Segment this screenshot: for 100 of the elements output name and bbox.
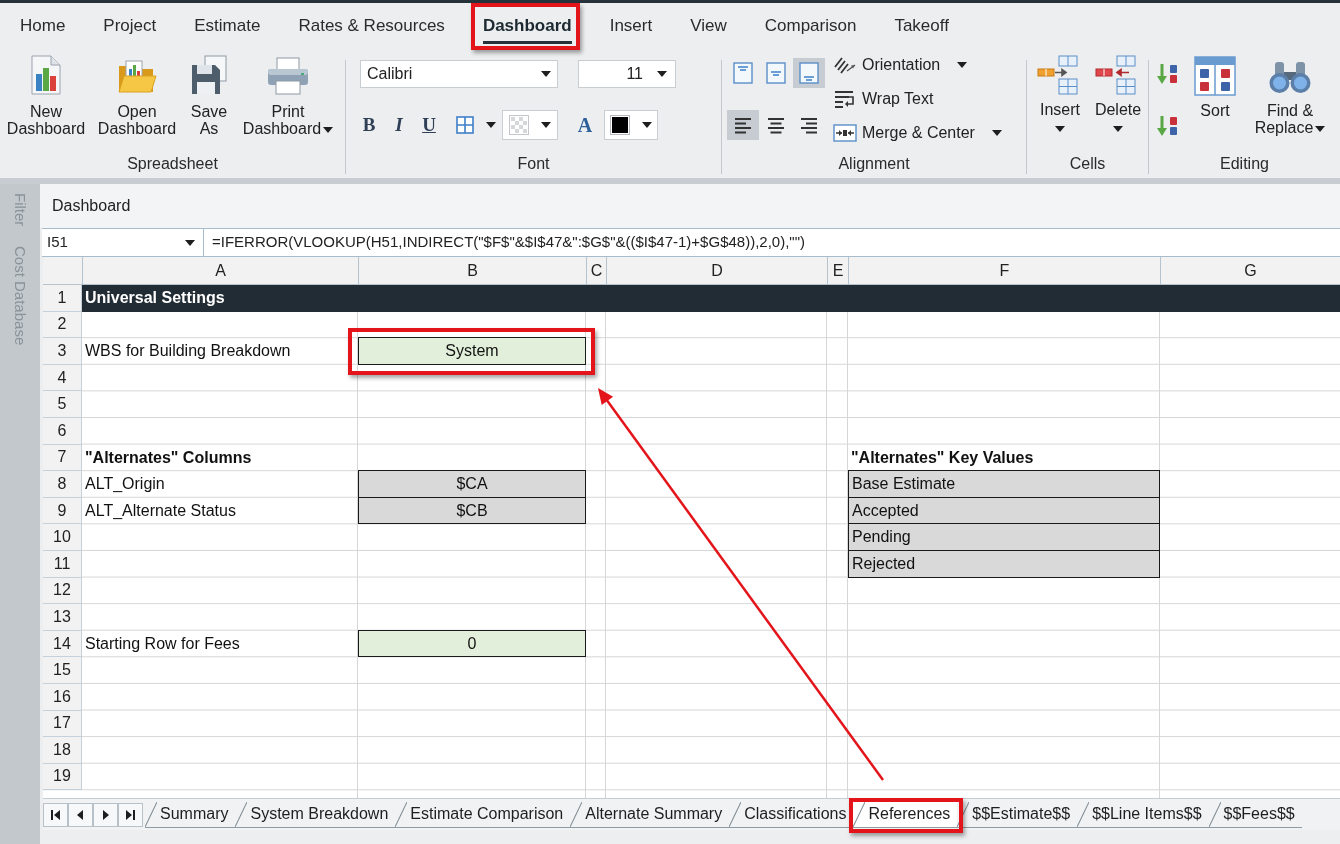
checkered-swatch-icon [509,115,529,135]
font-size-dropdown[interactable]: 11 [578,60,676,88]
ribbon-tab[interactable]: Project [84,3,176,48]
find-replace-button[interactable]: Find & Replace [1250,48,1330,136]
sheet-tab[interactable]: $$Line Items$$ [1077,801,1209,828]
name-box[interactable]: I51 [42,229,204,256]
printer-icon [266,57,310,95]
ribbon-tab[interactable]: Insert [590,3,672,48]
underline-button[interactable]: U [414,110,444,140]
group-label: Font [517,154,550,174]
last-sheet-button[interactable] [118,802,143,827]
row-header[interactable]: 14 [43,630,82,658]
sheet-tab[interactable]: $$Fees$$ [1208,801,1302,828]
input-cell[interactable]: 0 [358,629,586,658]
row-header[interactable]: 2 [43,311,82,339]
column-header[interactable]: B [358,257,586,284]
row-header[interactable]: 16 [43,683,82,711]
caret-icon [486,122,496,128]
align-right-icon [799,115,819,135]
column-header[interactable]: C [586,257,606,284]
wrap-text-button[interactable]: Wrap Text [833,86,1002,112]
row-header[interactable]: 6 [43,417,82,445]
key-value-cell[interactable]: Accepted [848,496,1160,525]
merge-center-button[interactable]: Merge & Center [833,120,1002,146]
binoculars-icon [1268,60,1312,96]
caret-icon [1113,126,1123,132]
caret-icon [323,126,334,133]
sheet-tab[interactable]: Estimate Comparison [395,801,571,828]
border-grid-icon [456,116,474,134]
delete-cells-button[interactable]: Delete [1092,55,1144,132]
row-header[interactable]: 12 [43,577,82,605]
horizontal-align-button[interactable] [727,110,759,140]
sort-button[interactable]: Sort [1192,48,1238,119]
column-header[interactable]: E [827,257,848,284]
row-header[interactable]: 9 [43,497,82,525]
key-value-cell[interactable]: Rejected [848,549,1160,578]
sort-descending-button[interactable] [1156,114,1180,138]
ribbon-tab[interactable]: Dashboard [463,3,591,48]
ribbon-tab[interactable]: Comparison [745,3,876,48]
row-header[interactable]: 7 [43,444,82,472]
fill-color-dropdown[interactable] [502,110,558,140]
font-color-dropdown[interactable] [604,110,658,140]
ribbon-tab[interactable]: Home [1,3,85,48]
ribbon-tab[interactable]: Estimate [175,3,280,48]
wrap-text-icon [833,89,857,109]
row-header[interactable]: 13 [43,604,82,631]
orientation-icon [833,55,857,75]
print-dashboard-button[interactable]: Print Dashboard [241,55,335,137]
save-as-button[interactable]: Save As [187,55,231,137]
column-header[interactable]: G [1160,257,1340,284]
column-header[interactable]: F [848,257,1160,284]
row-header[interactable]: 1 [43,285,82,312]
sort-ascending-button[interactable] [1156,62,1180,86]
font-name-dropdown[interactable]: Calibri [360,60,558,88]
new-dashboard-button[interactable]: New Dashboard [5,55,87,137]
sort-arrow-icon [1157,63,1179,85]
open-dashboard-button[interactable]: Open Dashboard [97,55,177,137]
bar-chart-document-icon [30,55,62,95]
row-header[interactable]: 17 [43,710,82,738]
column-header[interactable]: A [82,257,358,284]
ribbon-tab[interactable]: Rates & Resources [279,3,464,48]
ribbon-tab[interactable]: Takeoff [875,3,968,48]
italic-button[interactable]: I [384,110,414,140]
vertical-align-button[interactable] [793,58,825,88]
row-header[interactable]: 19 [43,763,82,791]
next-sheet-button[interactable] [93,802,118,827]
key-value-cell[interactable]: Pending [848,523,1160,551]
row-header[interactable]: 10 [43,524,82,551]
group-label: Spreadsheet [127,154,218,174]
bold-button[interactable]: B [354,110,384,140]
insert-cells-button[interactable]: Insert [1034,55,1086,132]
row-header[interactable]: 18 [43,737,82,764]
section-heading: "Alternates" Key Values [851,447,1034,468]
caret-icon [957,62,968,68]
previous-sheet-button[interactable] [68,802,93,827]
ribbon-tab[interactable]: View [671,3,746,48]
column-header[interactable]: D [606,257,827,284]
sheet-tab[interactable]: System Breakdown [235,801,396,828]
reference-cell[interactable]: $CA [358,470,586,498]
key-value-cell[interactable]: Base Estimate [848,470,1160,498]
font-color-button[interactable]: A [572,110,598,140]
sheet-tab[interactable]: Alternate Summary [570,801,730,828]
merge-cells-icon [833,123,857,143]
sheet-tab[interactable]: $$Estimate$$ [957,801,1078,828]
row-header[interactable]: 15 [43,657,82,684]
row-header[interactable]: 4 [43,364,82,392]
row-header[interactable]: 8 [43,471,82,498]
orientation-button[interactable]: Orientation [833,52,1002,78]
formula-field[interactable]: =IFERROR(VLOOKUP(H51,INDIRECT("$F$"&$I$47&":$G$"&(($I$47-1)+$G$48)),2,0),"") [204,229,1340,256]
caret-icon [657,71,667,77]
row-header[interactable]: 11 [43,550,82,578]
caret-icon [185,239,195,246]
setting-label: ALT_Alternate Status [85,501,236,522]
reference-cell[interactable]: $CB [358,496,586,525]
row-header[interactable]: 5 [43,391,82,418]
sheet-tab[interactable]: Summary [145,801,236,828]
align-center-icon [766,115,786,135]
row-header[interactable]: 3 [43,338,82,365]
sheet-title: Dashboard [52,196,131,216]
first-sheet-button[interactable] [43,802,68,827]
